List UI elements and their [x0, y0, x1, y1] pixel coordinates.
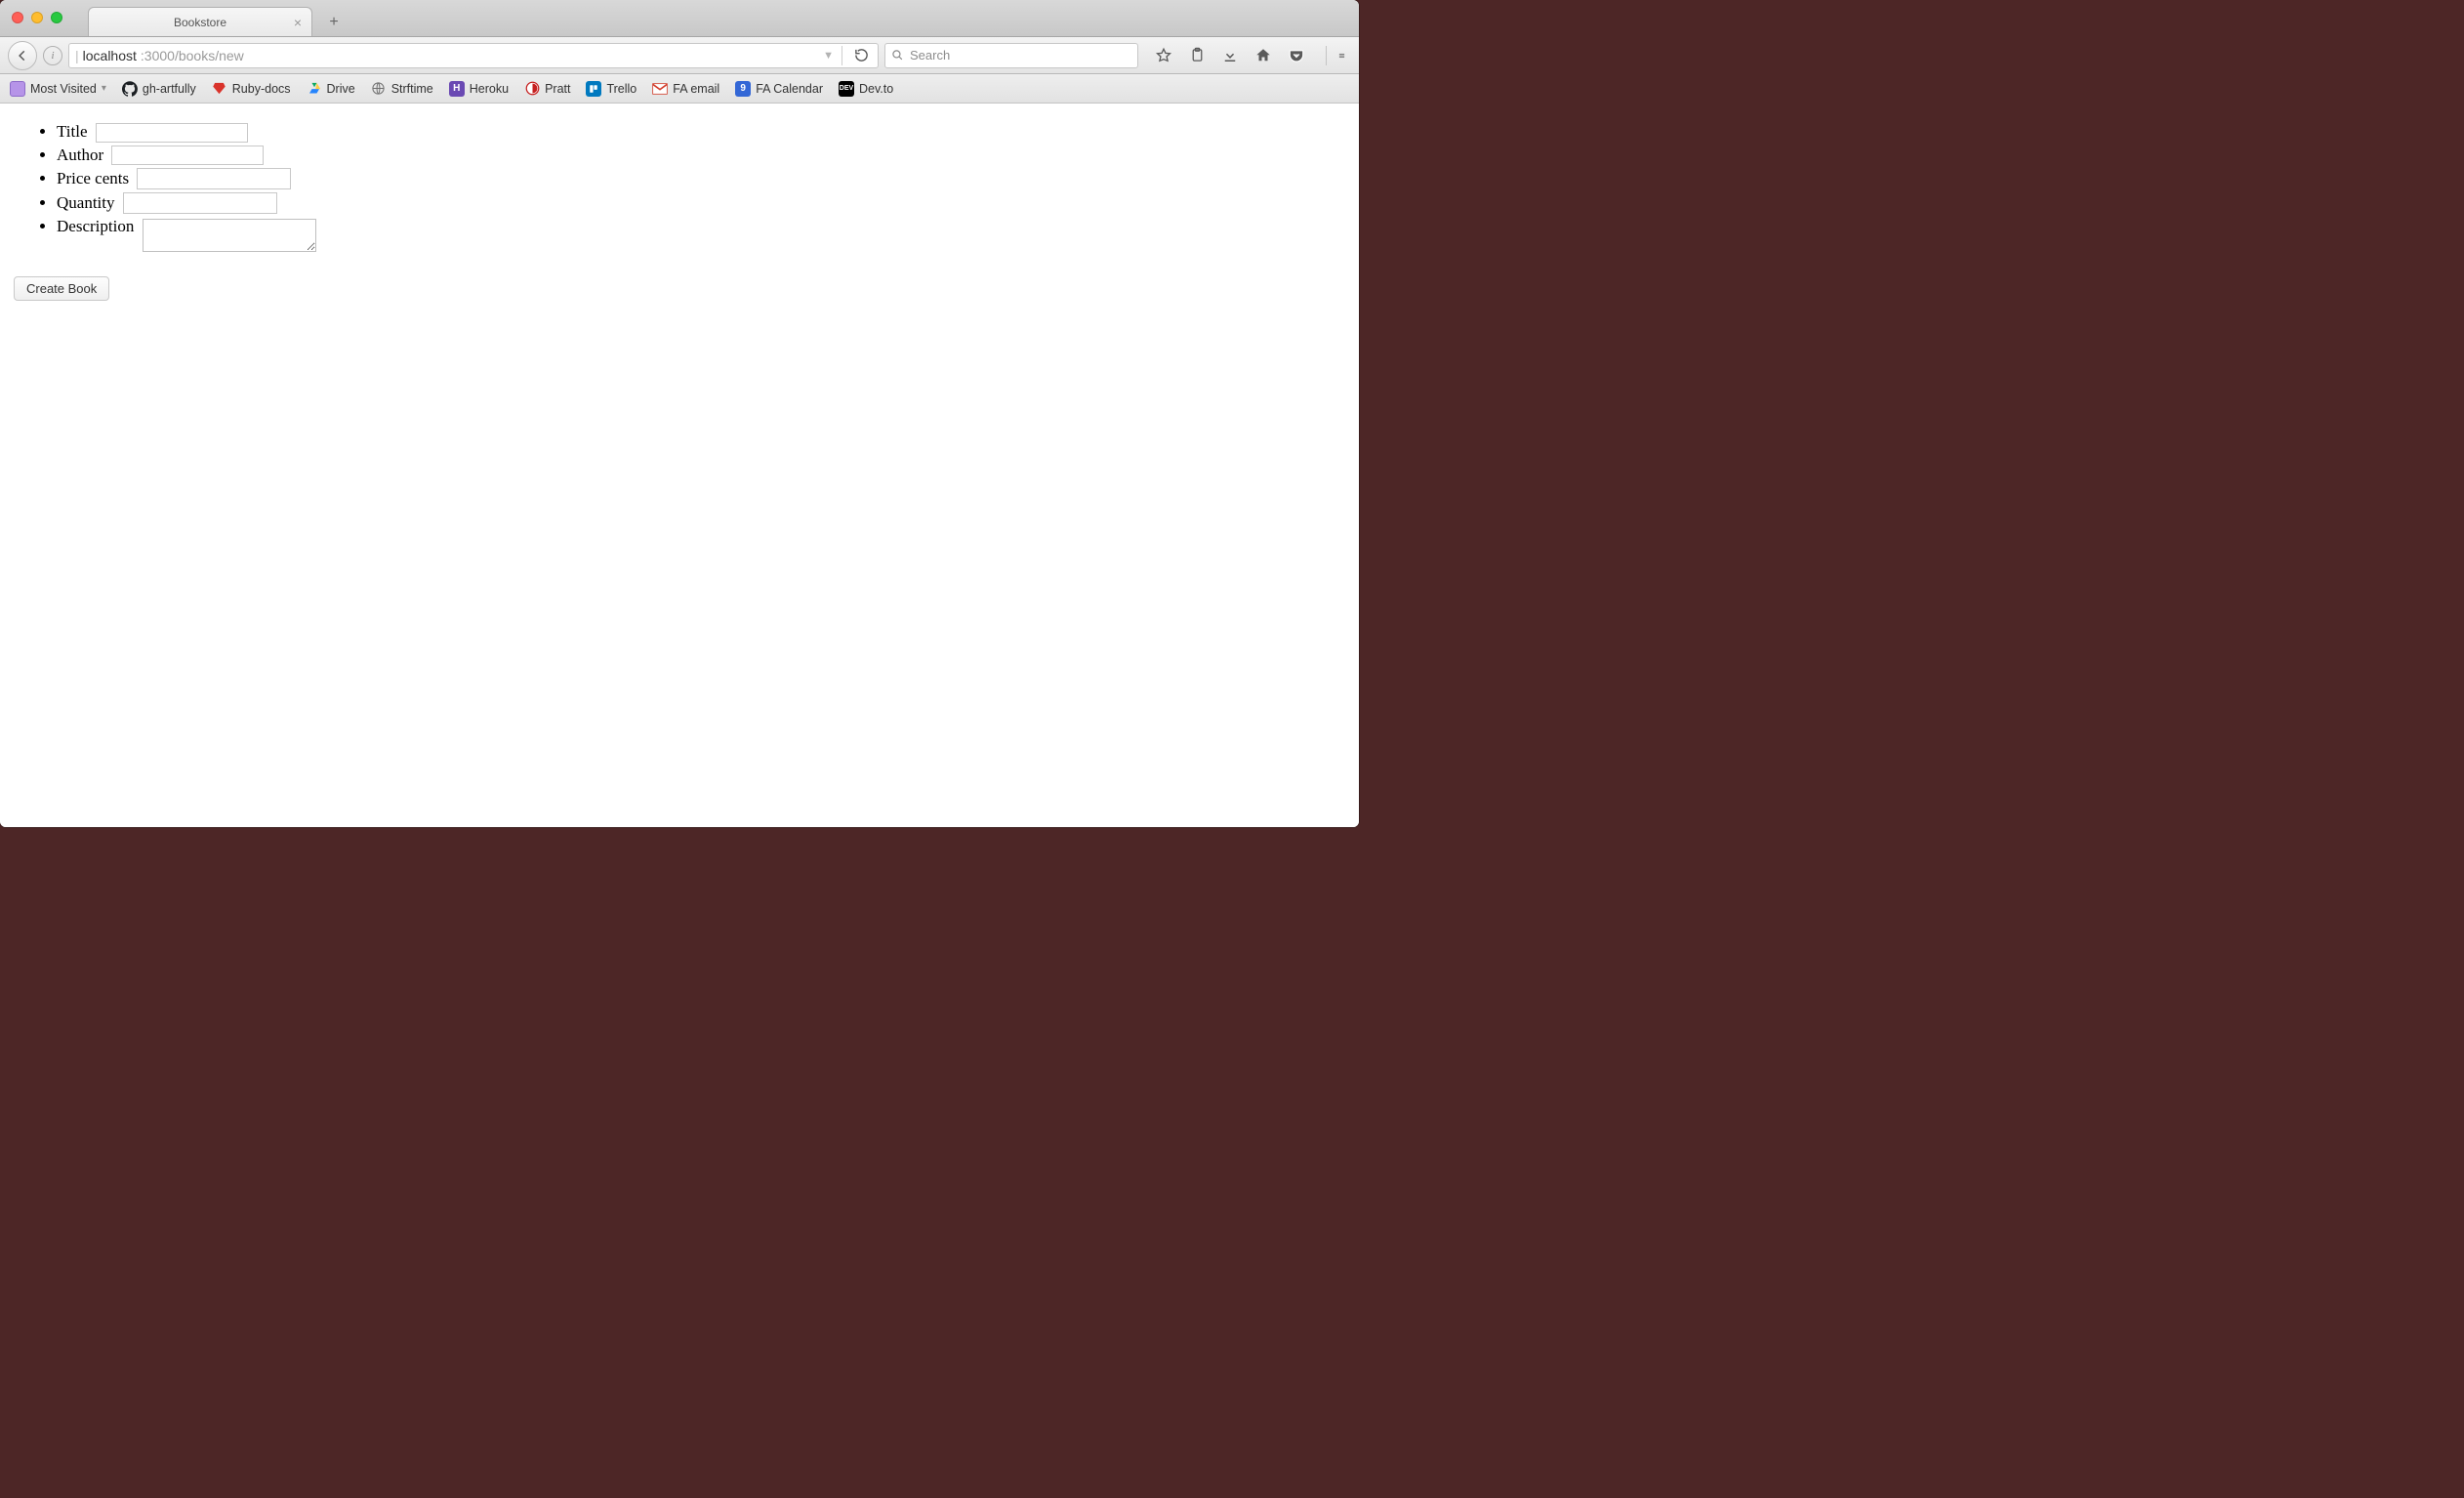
- create-book-button[interactable]: Create Book: [14, 276, 109, 301]
- back-button[interactable]: [8, 41, 37, 70]
- bookmark-label: Trello: [606, 82, 637, 96]
- price-cents-label: Price cents: [57, 169, 129, 187]
- navigation-toolbar: i | localhost:3000/books/new ▼ Search: [0, 37, 1359, 74]
- bookmark-most-visited[interactable]: Most Visited ▾: [10, 81, 106, 97]
- description-input[interactable]: [143, 219, 316, 252]
- most-visited-icon: [10, 81, 25, 97]
- ruby-icon: [212, 81, 227, 97]
- pratt-icon: [524, 81, 540, 97]
- bookmark-label: Drive: [327, 82, 355, 96]
- back-arrow-icon: [16, 49, 29, 62]
- author-label: Author: [57, 146, 103, 164]
- bookmark-ruby-docs[interactable]: Ruby-docs: [212, 81, 291, 97]
- field-row-price-cents: Price cents: [57, 168, 1343, 189]
- bookmark-drive[interactable]: Drive: [307, 81, 355, 97]
- search-bar[interactable]: Search: [884, 43, 1138, 68]
- title-input[interactable]: [96, 123, 248, 143]
- bookmark-label: Ruby-docs: [232, 82, 291, 96]
- close-tab-icon[interactable]: ×: [294, 16, 302, 29]
- trello-icon: [586, 81, 601, 97]
- address-bar[interactable]: | localhost:3000/books/new ▼: [68, 43, 879, 68]
- bookmark-devto[interactable]: DEV Dev.to: [839, 81, 893, 97]
- home-icon: [1254, 47, 1272, 64]
- new-tab-button[interactable]: +: [320, 12, 348, 33]
- zoom-window-button[interactable]: [51, 12, 62, 23]
- window-controls: [12, 12, 62, 23]
- drive-icon: [307, 81, 322, 97]
- bookmark-label: Dev.to: [859, 82, 893, 96]
- bookmark-label: gh-artfully: [143, 82, 196, 96]
- minimize-window-button[interactable]: [31, 12, 43, 23]
- bookmark-label: Heroku: [470, 82, 509, 96]
- search-icon: [891, 49, 904, 62]
- reload-button[interactable]: [850, 48, 872, 62]
- toolbar-actions: [1144, 46, 1351, 65]
- download-arrow-icon: [1221, 47, 1239, 64]
- bookmark-strftime[interactable]: Strftime: [371, 81, 433, 97]
- bookmarks-toolbar: Most Visited ▾ gh-artfully Ruby-docs Dri…: [0, 74, 1359, 104]
- title-label: Title: [57, 122, 88, 141]
- downloads-button[interactable]: [1220, 46, 1240, 65]
- search-placeholder: Search: [910, 48, 950, 62]
- devto-icon: DEV: [839, 81, 854, 97]
- bookmark-star-button[interactable]: [1154, 46, 1173, 65]
- menu-button[interactable]: [1326, 46, 1345, 65]
- home-button[interactable]: [1253, 46, 1273, 65]
- price-cents-input[interactable]: [137, 168, 291, 189]
- quantity-label: Quantity: [57, 193, 115, 212]
- bookmark-gh-artfully[interactable]: gh-artfully: [122, 81, 196, 97]
- hamburger-icon: [1338, 47, 1345, 64]
- pocket-button[interactable]: [1287, 46, 1306, 65]
- description-label: Description: [57, 217, 134, 235]
- site-info-icon[interactable]: i: [43, 46, 62, 65]
- bookmark-fa-calendar[interactable]: 9 FA Calendar: [735, 81, 823, 97]
- bookmark-label: FA email: [673, 82, 719, 96]
- bookmark-label: Strftime: [391, 82, 433, 96]
- tab-strip: Bookstore × +: [0, 0, 1359, 37]
- gmail-icon: [652, 81, 668, 97]
- url-path: :3000/books/new: [141, 48, 244, 63]
- reload-icon: [854, 48, 869, 62]
- close-window-button[interactable]: [12, 12, 23, 23]
- browser-window: Bookstore × + i | localhost:3000/books/n…: [0, 0, 1359, 827]
- globe-icon: [371, 81, 387, 97]
- bookmark-heroku[interactable]: H Heroku: [449, 81, 509, 97]
- form-field-list: Title Author Price cents Quantity Descri…: [39, 122, 1343, 252]
- clipboard-icon: [1189, 47, 1206, 63]
- url-dropdown-icon[interactable]: ▼: [823, 50, 834, 62]
- bookmark-label: Pratt: [545, 82, 570, 96]
- field-row-quantity: Quantity: [57, 192, 1343, 214]
- calendar-icon: 9: [735, 81, 751, 97]
- bookmark-fa-email[interactable]: FA email: [652, 81, 719, 97]
- library-button[interactable]: [1187, 46, 1207, 65]
- github-icon: [122, 81, 138, 97]
- bookmark-trello[interactable]: Trello: [586, 81, 637, 97]
- quantity-input[interactable]: [123, 192, 277, 214]
- bookmark-label: Most Visited: [30, 82, 97, 96]
- heroku-icon: H: [449, 81, 465, 97]
- bookmark-label: FA Calendar: [756, 82, 823, 96]
- bookmark-pratt[interactable]: Pratt: [524, 81, 570, 97]
- field-row-title: Title: [57, 122, 1343, 143]
- browser-tab[interactable]: Bookstore ×: [88, 7, 312, 36]
- tab-title: Bookstore: [174, 16, 226, 29]
- field-row-author: Author: [57, 146, 1343, 166]
- field-row-description: Description: [57, 217, 1343, 252]
- url-host: localhost: [83, 48, 137, 63]
- author-input[interactable]: [111, 146, 264, 165]
- star-icon: [1155, 47, 1172, 64]
- chevron-down-icon: ▾: [102, 83, 106, 94]
- pocket-icon: [1288, 47, 1305, 64]
- page-content: Title Author Price cents Quantity Descri…: [0, 104, 1359, 827]
